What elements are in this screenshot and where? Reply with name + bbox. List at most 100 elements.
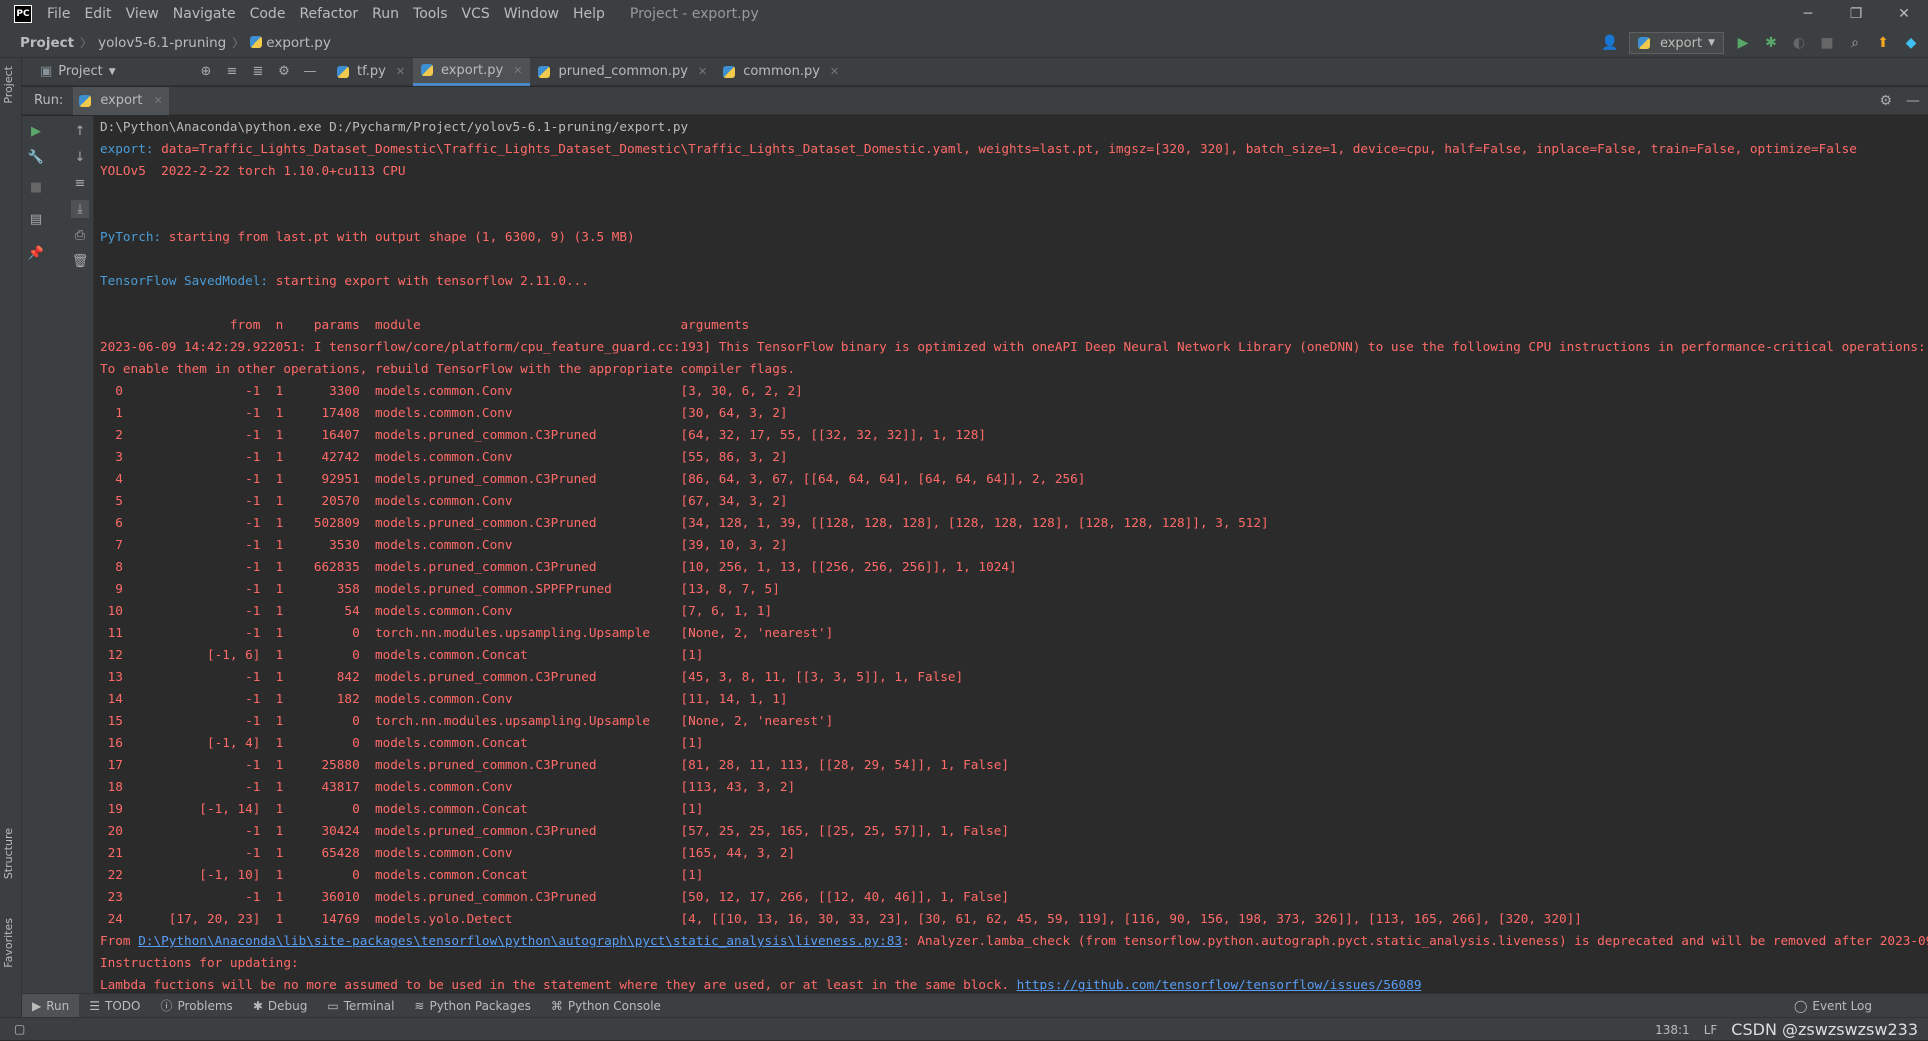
menu-view[interactable]: View — [119, 0, 166, 28]
close-icon[interactable]: ✕ — [396, 65, 405, 78]
tool-window-structure[interactable]: Structure — [2, 828, 15, 879]
breadcrumb-project[interactable]: Project — [14, 35, 80, 51]
plugin-icon[interactable]: ◆ — [1902, 34, 1920, 52]
run-config-label: export — [1659, 35, 1703, 51]
layout-icon[interactable]: ▤ — [27, 210, 45, 228]
expand-all-icon[interactable]: ≡ — [223, 64, 241, 79]
close-icon[interactable]: ✕ — [830, 65, 839, 78]
table-row: 7 -1 1 3530 models.common.Conv [39, 10, … — [100, 537, 788, 552]
coverage-icon[interactable]: ◐ — [1790, 34, 1808, 52]
editor-tab-tf[interactable]: tf.py ✕ — [329, 58, 413, 86]
user-icon[interactable]: 👤 — [1601, 34, 1619, 52]
wrench-icon[interactable]: 🔧 — [27, 148, 45, 166]
run-config-select[interactable]: export ▼ — [1628, 32, 1724, 54]
tool-tab-todo[interactable]: ☰ TODO — [79, 994, 150, 1018]
run-label: Run: — [34, 93, 64, 108]
tool-tab-python-console[interactable]: ⌘ Python Console — [541, 994, 671, 1018]
hide-icon[interactable]: — — [1906, 93, 1920, 109]
menu-tools[interactable]: Tools — [406, 0, 455, 28]
menu-run[interactable]: Run — [365, 0, 406, 28]
menu-file[interactable]: File — [40, 0, 77, 28]
debug-icon[interactable]: ✱ — [1762, 34, 1780, 52]
close-window-icon[interactable]: ✕ — [1880, 0, 1928, 28]
editor-tab-common[interactable]: common.py ✕ — [715, 58, 847, 86]
console-line-tf-warning: To enable them in other operations, rebu… — [100, 361, 796, 376]
liveness-file-link[interactable]: D:\Python\Anaconda\lib\site-packages\ten… — [138, 933, 902, 948]
table-row: 18 -1 1 43817 models.common.Conv [113, 4… — [100, 779, 796, 794]
layers-icon: ≋ — [414, 998, 425, 1013]
run-tab-export[interactable]: export ✕ — [73, 86, 169, 115]
console-line-tf-warning: 2023-06-09 14:42:29.922051: I tensorflow… — [100, 339, 1926, 354]
pin-icon[interactable]: 📌 — [27, 244, 45, 262]
restore-icon[interactable]: ❐ — [1832, 0, 1880, 28]
locate-icon[interactable]: ⊕ — [197, 64, 215, 79]
update-icon[interactable]: ⬆ — [1874, 34, 1892, 52]
breadcrumb-file[interactable]: export.py — [244, 35, 337, 51]
info-icon: ⓘ — [160, 999, 173, 1013]
close-icon[interactable]: ✕ — [698, 65, 707, 78]
menu-refactor[interactable]: Refactor — [292, 0, 365, 28]
arrow-up-icon[interactable]: ↑ — [71, 122, 89, 140]
scroll-to-end-icon[interactable]: ⤓ — [71, 200, 89, 218]
menu-vcs[interactable]: VCS — [455, 0, 497, 28]
editor-tab-export[interactable]: export.py ✕ — [413, 57, 531, 86]
menu-window[interactable]: Window — [497, 0, 566, 28]
menu-help[interactable]: Help — [566, 0, 612, 28]
github-issue-link[interactable]: https://github.com/tensorflow/tensorflow… — [1017, 977, 1422, 992]
table-row: 6 -1 1 502809 models.pruned_common.C3Pru… — [100, 515, 1269, 530]
menu-edit[interactable]: Edit — [77, 0, 118, 28]
console-output[interactable]: D:\Python\Anaconda\python.exe D:/Pycharm… — [95, 116, 1928, 993]
line-separator[interactable]: LF — [1704, 1023, 1718, 1037]
soft-wrap-icon[interactable]: ≡ — [71, 174, 89, 192]
pycharm-logo-icon: PC — [14, 5, 32, 23]
run-icon[interactable]: ▶ — [1734, 34, 1752, 52]
console-line-yolo: YOLOv5 2022-2-22 torch 1.10.0+cu113 CPU — [100, 163, 406, 178]
tool-tab-problems[interactable]: ⓘ Problems — [150, 994, 242, 1018]
project-view-select[interactable]: ▣ Project ▼ — [22, 64, 137, 79]
table-row: 21 -1 1 65428 models.common.Conv [165, 4… — [100, 845, 796, 860]
stop-icon[interactable]: ■ — [1818, 34, 1836, 52]
breadcrumb-folder[interactable]: yolov5-6.1-pruning — [92, 35, 232, 51]
layout-toggle-icon[interactable]: ▢ — [14, 1022, 25, 1036]
table-row: 12 [-1, 6] 1 0 models.common.Concat [1] — [100, 647, 704, 662]
tool-window-favorites[interactable]: Favorites — [2, 918, 15, 968]
arrow-down-icon[interactable]: ↓ — [71, 148, 89, 166]
hide-icon[interactable]: — — [301, 64, 319, 79]
trash-icon[interactable]: 🗑 — [71, 252, 89, 270]
collapse-all-icon[interactable]: ≣ — [249, 64, 267, 79]
minimize-icon[interactable]: ─ — [1784, 0, 1832, 28]
console-line-tensorflow: TensorFlow SavedModel: starting export w… — [100, 270, 1928, 292]
caret-position[interactable]: 138:1 — [1655, 1023, 1690, 1037]
print-icon[interactable]: ⎙ — [71, 226, 89, 244]
tool-tab-run[interactable]: ▶ Run — [22, 993, 80, 1018]
console-line-instructions: Instructions for updating: — [100, 955, 299, 970]
run-tab-label: export — [100, 93, 143, 108]
status-bar: ▢ 138:1 LF CSDN @zswzswzsw233 — [0, 1017, 1928, 1040]
console-line-deprecation: From D:\Python\Anaconda\lib\site-package… — [100, 930, 1928, 952]
search-icon[interactable]: ⌕ — [1846, 34, 1864, 52]
menu-navigate[interactable]: Navigate — [166, 0, 243, 28]
tool-tab-debug[interactable]: ✱ Debug — [243, 994, 318, 1018]
python-file-icon — [337, 65, 349, 78]
gear-icon[interactable]: ⚙ — [1879, 93, 1892, 109]
rerun-icon[interactable]: ▶ — [27, 122, 45, 140]
tool-tab-python-packages[interactable]: ≋ Python Packages — [404, 994, 540, 1018]
python-file-icon — [250, 35, 263, 48]
table-row: 3 -1 1 42742 models.common.Conv [55, 86,… — [100, 449, 788, 464]
menu-code[interactable]: Code — [243, 0, 293, 28]
bug-icon: ✱ — [252, 998, 263, 1013]
tool-window-project[interactable]: Project — [2, 66, 15, 104]
editor-tab-pruned-common[interactable]: pruned_common.py ✕ — [530, 58, 715, 86]
tab-label: common.py — [743, 64, 820, 79]
gear-icon[interactable]: ⚙ — [275, 64, 293, 79]
close-icon[interactable]: ✕ — [513, 64, 522, 77]
chevron-down-icon: ▼ — [1708, 38, 1715, 48]
tool-tab-terminal[interactable]: ▭ Terminal — [317, 994, 404, 1018]
python-file-icon — [1637, 37, 1650, 49]
close-icon[interactable]: ✕ — [153, 94, 162, 107]
event-log-button[interactable]: ◯ Event Log — [1794, 994, 1872, 1018]
stop-icon[interactable]: ■ — [27, 178, 45, 196]
table-row: 14 -1 1 182 models.common.Conv [11, 14, … — [100, 691, 788, 706]
